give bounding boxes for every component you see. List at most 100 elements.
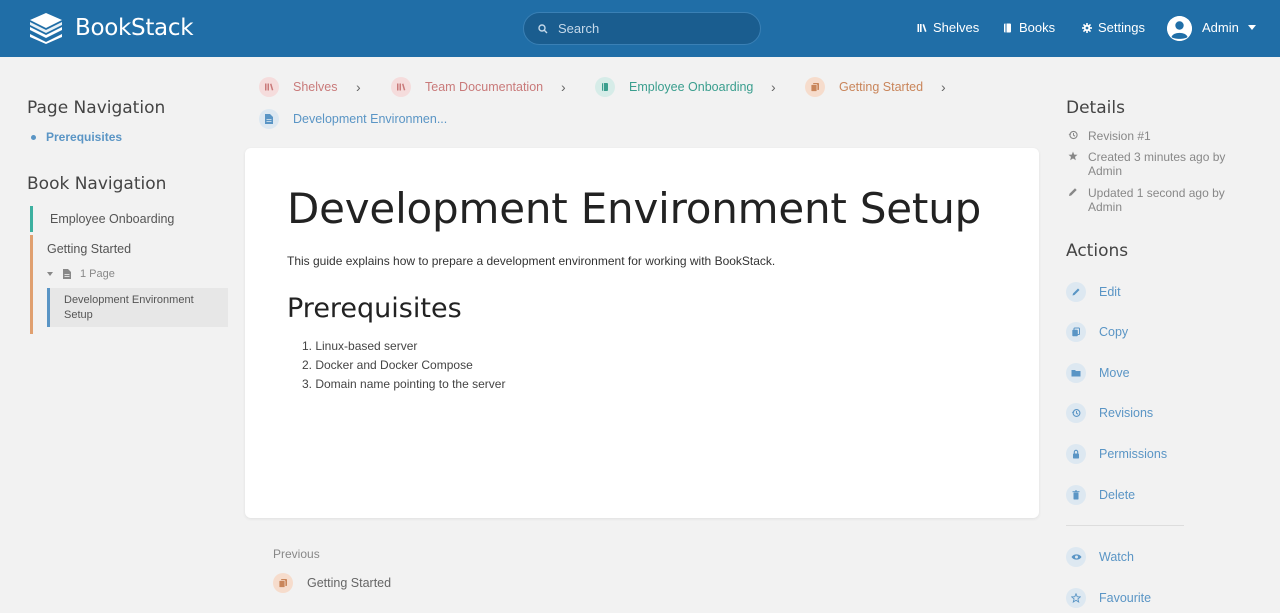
revisions-label: Revisions xyxy=(1099,406,1154,420)
chapter-pages-toggle[interactable]: 1 Page xyxy=(47,268,115,280)
shelves-icon xyxy=(259,77,279,97)
search-box[interactable] xyxy=(523,12,761,45)
breadcrumb-employee-onboarding[interactable]: Employee Onboarding xyxy=(595,77,753,97)
top-header: BookStack Shelves Books Se xyxy=(0,0,1280,57)
page-icon xyxy=(63,269,71,279)
caret-down-icon xyxy=(47,272,53,276)
page-title: Development Environment Setup xyxy=(287,184,982,233)
copy-label: Copy xyxy=(1099,325,1129,339)
user-menu-toggle[interactable]: Admin xyxy=(1202,20,1256,35)
delete-label: Delete xyxy=(1099,488,1136,502)
user-name-label: Admin xyxy=(1202,20,1239,35)
watch-label: Watch xyxy=(1099,550,1134,564)
user-avatar-icon xyxy=(1167,16,1192,41)
breadcrumb-shelves[interactable]: Shelves xyxy=(259,77,337,97)
book-nav-current-page[interactable]: Development Environment Setup xyxy=(47,288,228,327)
shelf-icon xyxy=(391,77,411,97)
prerequisites-list: 1. Linux-based server 2. Docker and Dock… xyxy=(302,339,505,396)
chapter-icon xyxy=(805,77,825,97)
page-navigation-heading: Page Navigation xyxy=(27,98,166,118)
nav-shelves-link[interactable]: Shelves xyxy=(917,20,979,35)
page-nav-item-prerequisites[interactable]: Prerequisites xyxy=(31,130,122,144)
breadcrumb-label: Shelves xyxy=(293,80,338,94)
previous-page-link[interactable]: Getting Started xyxy=(273,573,391,593)
history-icon xyxy=(1066,403,1086,423)
previous-label: Previous xyxy=(273,547,320,561)
star-outline-icon xyxy=(1066,588,1086,608)
list-item: 1. Linux-based server xyxy=(302,339,418,353)
book-nav-book-label: Employee Onboarding xyxy=(50,212,175,226)
created-label-line2: Admin xyxy=(1088,164,1123,178)
page-intro-paragraph: This guide explains how to prepare a dev… xyxy=(287,254,776,268)
search-icon xyxy=(538,23,548,33)
detail-revision[interactable]: Revision #1 xyxy=(1066,129,1151,143)
folder-icon xyxy=(1066,363,1086,383)
copy-button[interactable]: Copy xyxy=(1066,322,1128,342)
breadcrumb-current-page[interactable]: Development Environmen... xyxy=(259,109,447,129)
list-item: 2. Docker and Docker Compose xyxy=(302,358,473,372)
permissions-label: Permissions xyxy=(1099,447,1168,461)
chevron-right-icon: › xyxy=(941,79,946,95)
current-page-label-line2: Setup xyxy=(64,308,93,321)
pencil-icon xyxy=(1066,282,1086,302)
pencil-icon xyxy=(1066,186,1080,214)
pages-count-label: 1 Page xyxy=(80,268,115,280)
chevron-right-icon: › xyxy=(356,79,361,95)
chevron-right-icon: › xyxy=(771,79,776,95)
breadcrumb-label: Development Environmen... xyxy=(293,112,448,126)
list-item: 3. Domain name pointing to the server xyxy=(302,377,506,391)
breadcrumb-label: Employee Onboarding xyxy=(629,80,754,94)
updated-label-line1: Updated 1 second ago by xyxy=(1088,186,1225,200)
chapter-icon xyxy=(273,573,293,593)
created-label-line1: Created 3 minutes ago by xyxy=(1088,150,1226,164)
gear-icon xyxy=(1082,22,1092,33)
bullet-icon xyxy=(31,134,36,140)
favourite-label: Favourite xyxy=(1099,591,1152,605)
breadcrumb-label: Team Documentation xyxy=(425,80,544,94)
edit-label: Edit xyxy=(1099,285,1121,299)
nav-books-label: Books xyxy=(1019,20,1056,35)
nav-settings-label: Settings xyxy=(1098,20,1145,35)
book-icon xyxy=(1004,23,1011,32)
nav-shelves-label: Shelves xyxy=(933,20,980,35)
chevron-right-icon: › xyxy=(561,79,566,95)
user-avatar[interactable] xyxy=(1167,16,1192,41)
nav-books-link[interactable]: Books xyxy=(1003,20,1055,35)
permissions-button[interactable]: Permissions xyxy=(1066,444,1167,464)
revisions-button[interactable]: Revisions xyxy=(1066,403,1153,423)
actions-divider xyxy=(1066,525,1184,526)
delete-button[interactable]: Delete xyxy=(1066,485,1135,505)
detail-updated: Updated 1 second ago by Admin xyxy=(1066,186,1225,214)
star-icon xyxy=(1066,150,1080,178)
section-heading-prerequisites: Prerequisites xyxy=(287,293,462,324)
search-input[interactable] xyxy=(558,21,738,36)
app-logo-link[interactable]: BookStack xyxy=(28,12,194,44)
page-nav-item-label: Prerequisites xyxy=(46,130,123,144)
detail-created: Created 3 minutes ago by Admin xyxy=(1066,150,1225,178)
breadcrumb-label: Getting Started xyxy=(839,80,924,94)
caret-down-icon xyxy=(1247,25,1256,30)
chapter-accent-bar xyxy=(30,235,33,334)
book-nav-book-link[interactable]: Employee Onboarding xyxy=(30,206,174,232)
history-icon xyxy=(1066,129,1080,143)
details-heading: Details xyxy=(1066,98,1125,118)
edit-button[interactable]: Edit xyxy=(1066,282,1121,302)
copy-icon xyxy=(1066,322,1086,342)
book-nav-chapter-link[interactable]: Getting Started xyxy=(47,242,131,256)
breadcrumb-team-documentation[interactable]: Team Documentation xyxy=(391,77,543,97)
watch-button[interactable]: Watch xyxy=(1066,547,1134,567)
revision-label: Revision #1 xyxy=(1088,129,1151,143)
actions-heading: Actions xyxy=(1066,241,1129,261)
bookstack-logo-icon xyxy=(30,13,62,44)
favourite-button[interactable]: Favourite xyxy=(1066,588,1151,608)
app-name: BookStack xyxy=(75,15,194,41)
book-navigation-heading: Book Navigation xyxy=(27,174,167,194)
current-page-label-line1: Development Environment xyxy=(64,294,194,306)
lock-icon xyxy=(1066,444,1086,464)
book-icon xyxy=(595,77,615,97)
nav-settings-link[interactable]: Settings xyxy=(1082,20,1145,35)
previous-link-label: Getting Started xyxy=(307,576,392,590)
page-content-card: Development Environment Setup This guide… xyxy=(245,148,1039,518)
move-button[interactable]: Move xyxy=(1066,363,1130,383)
breadcrumb-getting-started[interactable]: Getting Started xyxy=(805,77,923,97)
